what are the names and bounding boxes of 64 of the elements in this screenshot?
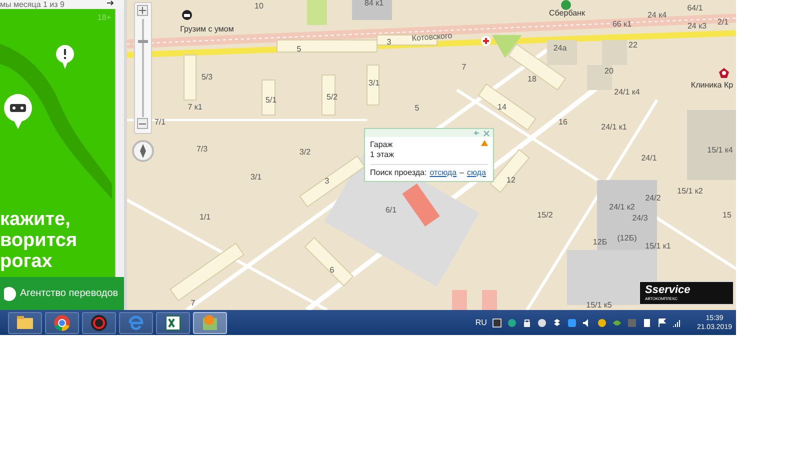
building-number: 66 к1: [612, 20, 632, 28]
building-number: 84 к1: [364, 0, 384, 8]
building-number: 18: [528, 74, 536, 84]
building-number: 5/3: [201, 72, 213, 82]
building-number: 6/1: [385, 206, 397, 214]
building-number: 24/1 к2: [609, 202, 635, 212]
building-number: 5/1: [265, 96, 277, 104]
building-number: 16: [558, 118, 568, 126]
building-number: 24 к4: [647, 10, 667, 20]
building-number: 24/1 к4: [614, 88, 640, 96]
place-name: Клиника Кр: [690, 80, 734, 90]
age-rating: 18+: [97, 13, 111, 22]
building-number: 7: [190, 298, 196, 308]
building-number: 12Б: [592, 238, 608, 246]
building-number: 7/1: [154, 118, 166, 126]
ad-headline: кажите,: [0, 209, 72, 230]
building-number: 5/2: [326, 92, 338, 102]
from-here-link[interactable]: отсюда: [430, 168, 457, 177]
route-label: Поиск проезда:: [370, 168, 427, 177]
building-number: 15/2: [537, 210, 553, 220]
building-number: 20: [604, 66, 614, 76]
building-number: 3/1: [250, 172, 262, 182]
building-number: 15/1 к1: [645, 242, 671, 250]
language-indicator[interactable]: RU: [475, 318, 487, 327]
building-number: 24/3: [632, 214, 648, 222]
dash-text: –: [460, 168, 464, 177]
building-number: 3/1: [368, 78, 380, 88]
building-number: 15/1 к2: [677, 186, 703, 196]
building-number: 24 к3: [687, 22, 707, 30]
logo-name: Sservice: [645, 285, 692, 296]
building-number: (12Б): [617, 234, 637, 242]
building-number: 24/1 к1: [601, 122, 627, 132]
ad-headline: ворится: [0, 230, 78, 251]
building-number: 10: [254, 2, 264, 10]
building-number: 14: [498, 102, 506, 112]
building-number: 7 к1: [188, 102, 202, 112]
building-number: 24/1: [641, 154, 657, 162]
building-number: 5: [296, 44, 302, 54]
building-number: 15: [722, 210, 732, 220]
building-number: 6: [330, 266, 334, 274]
building-number: 3: [386, 38, 392, 46]
building-number: 2/1: [717, 18, 729, 26]
place-name: Грузим с умом: [180, 24, 234, 34]
building-number: 7/3: [196, 144, 208, 154]
building-number: 3: [324, 176, 330, 186]
building-number: 12: [506, 176, 516, 184]
popup-title: Гараж: [370, 140, 393, 149]
to-here-link[interactable]: сюда: [466, 168, 486, 177]
street-name: Котовского: [412, 31, 452, 43]
ad-headline: рогах: [0, 251, 54, 272]
ad-button[interactable]: Агентство переводов: [0, 277, 124, 310]
building-number: 5: [414, 104, 420, 112]
building-number: 15/1 к5: [586, 300, 612, 310]
building-number: 7: [462, 62, 466, 72]
building-number: 64/1: [687, 4, 703, 12]
building-number: 3/2: [299, 148, 311, 156]
ad-header-text: мы месяца 1 из 9: [0, 0, 64, 9]
floor-text: 1 этаж: [370, 150, 395, 159]
building-number: 24а: [553, 44, 567, 52]
building-number: 15/1 к4: [707, 146, 733, 154]
building-number: 24/2: [645, 194, 661, 202]
building-number: 22: [628, 40, 638, 50]
building-number: 1/1: [199, 212, 211, 222]
place-name: Сбербанк: [549, 8, 585, 18]
